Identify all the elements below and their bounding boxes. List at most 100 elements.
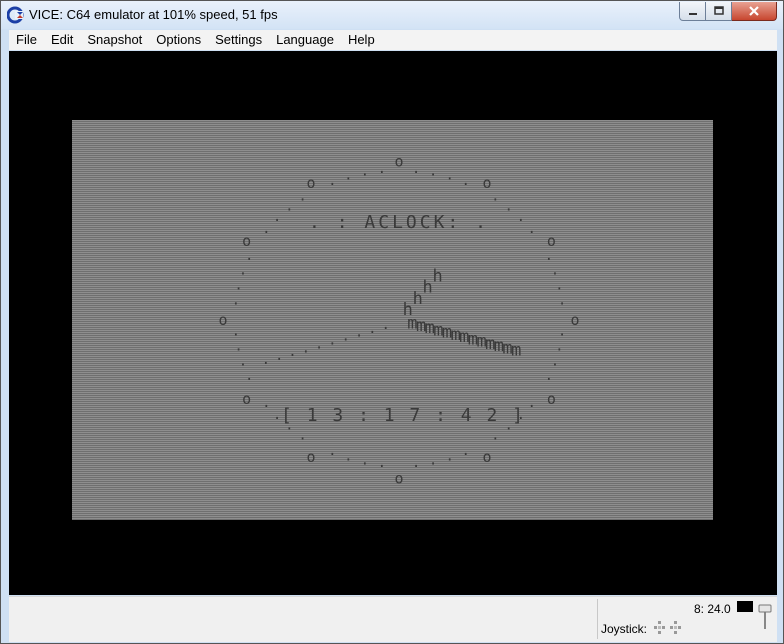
clock-heading: . : ACLOCK: . [309, 212, 489, 233]
joystick-indicator-icon[interactable] [653, 620, 683, 636]
dial-dot: . [239, 354, 247, 370]
joystick-label: Joystick: [601, 622, 648, 636]
dial-dot: . [555, 339, 563, 355]
hour-tick: o [306, 448, 315, 466]
second-hand-char: . [355, 325, 363, 341]
dial-dot: . [558, 293, 566, 309]
hour-tick: o [242, 390, 251, 408]
second-hand-char: . [302, 340, 310, 356]
dial-dot: . [445, 448, 453, 464]
maximize-icon [713, 6, 724, 15]
hour-hand-char: h [422, 278, 432, 298]
menu-help[interactable]: Help [341, 30, 382, 50]
hour-hand: hhhh [403, 266, 443, 320]
hour-tick: o [306, 174, 315, 192]
dial-dot: . [232, 323, 240, 339]
dial-dot: . [262, 221, 270, 237]
minimize-icon [688, 13, 697, 15]
dial-dot: . [328, 173, 336, 189]
dial-dot: . [361, 164, 369, 180]
dial-dot: . [344, 168, 352, 184]
analog-clock: oooooooooooo ...........................… [218, 153, 579, 488]
dial-dot: . [527, 221, 535, 237]
dial-dot: . [461, 173, 469, 189]
maximize-button[interactable] [706, 2, 732, 21]
dial-dot: . [234, 339, 242, 355]
menu-options[interactable]: Options [149, 30, 208, 50]
dial-dot: . [298, 189, 306, 205]
hour-tick: o [547, 390, 556, 408]
title-bar[interactable]: VICE: C64 emulator at 101% speed, 51 fps [1, 1, 783, 29]
dial-dot: . [445, 168, 453, 184]
menu-file[interactable]: File [9, 30, 44, 50]
dial-dot: . [298, 427, 306, 443]
volume-slider[interactable] [758, 603, 772, 631]
dial-dot: . [517, 209, 525, 225]
dial-dot: . [245, 368, 253, 384]
dial-dot: . [545, 368, 553, 384]
dial-dot: . [232, 293, 240, 309]
hour-tick: o [394, 153, 403, 171]
dial-dot: . [245, 248, 253, 264]
hour-tick: o [482, 448, 491, 466]
hour-hand-char: h [432, 266, 442, 286]
dial-dot: . [555, 277, 563, 293]
hour-hand-char: h [413, 289, 423, 309]
menu-language[interactable]: Language [269, 30, 341, 50]
dial-dot: . [378, 161, 386, 177]
commodore-logo-icon [7, 6, 24, 24]
dial-dot: . [429, 452, 437, 468]
minute-hand-char: m [511, 341, 521, 361]
hour-tick: o [570, 311, 579, 329]
status-separator [597, 599, 598, 639]
dial-dot: . [239, 262, 247, 278]
emulator-screen[interactable]: oooooooooooo ...........................… [9, 51, 777, 595]
hour-tick: o [482, 174, 491, 192]
second-hand-char: . [341, 329, 349, 345]
dial-dot: . [412, 455, 420, 471]
second-hand-char: . [315, 336, 323, 352]
menu-snapshot[interactable]: Snapshot [80, 30, 149, 50]
dial-dot: . [273, 209, 281, 225]
drive-status: 8: 24.0 [694, 602, 731, 616]
dial-dot: . [461, 443, 469, 459]
second-hand-char: . [328, 333, 336, 349]
close-icon [749, 6, 759, 16]
second-hand-char: . [368, 321, 376, 337]
c64-display: oooooooooooo ...........................… [72, 120, 713, 520]
menu-bar: File Edit Snapshot Options Settings Lang… [9, 30, 777, 50]
window-controls [679, 2, 777, 22]
minute-hand: mmmmmmmmmmmmm [407, 314, 521, 361]
dial-dot: . [412, 161, 420, 177]
dial-dot: . [262, 395, 270, 411]
drive-led-icon [737, 601, 753, 612]
dial-dot: . [558, 323, 566, 339]
dial-dot: . [551, 262, 559, 278]
dial-dot: . [285, 198, 293, 214]
second-hand-char: . [275, 348, 283, 364]
digital-time: [ 1 3 : 1 7 : 4 2 ] [281, 405, 525, 426]
window-title: VICE: C64 emulator at 101% speed, 51 fps [29, 7, 278, 22]
dial-dot: . [527, 395, 535, 411]
second-hand-char: . [262, 352, 270, 368]
status-bar: 8: 24.0 Joystick: [9, 596, 777, 642]
clock-hour-ticks: oooooooooooo [218, 153, 579, 488]
dial-dot: . [344, 448, 352, 464]
menu-settings[interactable]: Settings [208, 30, 269, 50]
dial-dot: . [328, 443, 336, 459]
menu-edit[interactable]: Edit [44, 30, 80, 50]
dial-dot: . [491, 427, 499, 443]
second-hand-char: . [288, 344, 296, 360]
vice-window: VICE: C64 emulator at 101% speed, 51 fps… [0, 0, 784, 644]
minimize-button[interactable] [679, 2, 706, 21]
dial-dot: . [504, 198, 512, 214]
dial-dot: . [491, 189, 499, 205]
hour-tick: o [394, 469, 403, 487]
hour-tick: o [218, 311, 227, 329]
second-hand: .......... [262, 317, 390, 368]
close-button[interactable] [732, 2, 777, 21]
dial-dot: . [273, 407, 281, 423]
dial-dot: . [378, 455, 386, 471]
second-hand-char: . [381, 317, 389, 333]
dial-dot: . [361, 452, 369, 468]
